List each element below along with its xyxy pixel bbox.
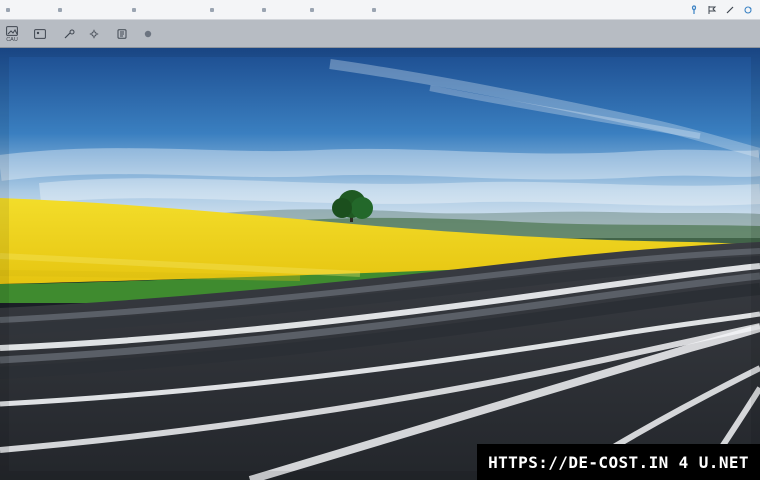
toolbar-settings-button[interactable] bbox=[88, 23, 100, 45]
top-tab-1[interactable] bbox=[6, 4, 14, 16]
settings-icon bbox=[88, 29, 100, 39]
tools-icon bbox=[64, 29, 76, 39]
toolbar-photo-button[interactable] bbox=[34, 23, 46, 45]
tab-icon bbox=[132, 8, 136, 12]
watermark-text: HTTPS://DE-COST.IN 4 U.NET bbox=[488, 452, 749, 472]
road-field-sky-image bbox=[0, 48, 760, 480]
top-tab-6[interactable] bbox=[310, 4, 318, 16]
image-icon bbox=[6, 25, 18, 36]
flag-icon[interactable] bbox=[706, 4, 718, 16]
image-viewer[interactable] bbox=[0, 48, 760, 480]
info-icon bbox=[116, 28, 128, 39]
watermark-banner: HTTPS://DE-COST.IN 4 U.NET bbox=[477, 444, 760, 480]
top-tab-2[interactable] bbox=[58, 4, 66, 16]
tab-icon bbox=[6, 8, 10, 12]
top-tab-4[interactable] bbox=[210, 4, 218, 16]
photo-icon bbox=[34, 28, 46, 39]
viewer-toolbar: CAU bbox=[0, 20, 760, 48]
toolbar-circle-button[interactable] bbox=[142, 23, 154, 45]
tab-icon bbox=[210, 8, 214, 12]
toolbar-tools-button[interactable] bbox=[64, 23, 76, 45]
pen-icon[interactable] bbox=[724, 4, 736, 16]
tab-icon bbox=[372, 8, 376, 12]
top-right-controls bbox=[688, 2, 754, 18]
tab-icon bbox=[262, 8, 266, 12]
circle-icon bbox=[142, 29, 154, 39]
refresh-icon[interactable] bbox=[742, 4, 754, 16]
top-tab-5[interactable] bbox=[262, 4, 270, 16]
tab-icon bbox=[310, 8, 314, 12]
toolbar-image-button[interactable]: CAU bbox=[6, 23, 18, 45]
top-tab-3[interactable] bbox=[132, 4, 140, 16]
pin-icon[interactable] bbox=[688, 4, 700, 16]
top-tab-7[interactable] bbox=[372, 4, 380, 16]
toolbar-info-button[interactable] bbox=[116, 23, 128, 45]
tab-icon bbox=[58, 8, 62, 12]
browser-top-bar bbox=[0, 0, 760, 20]
